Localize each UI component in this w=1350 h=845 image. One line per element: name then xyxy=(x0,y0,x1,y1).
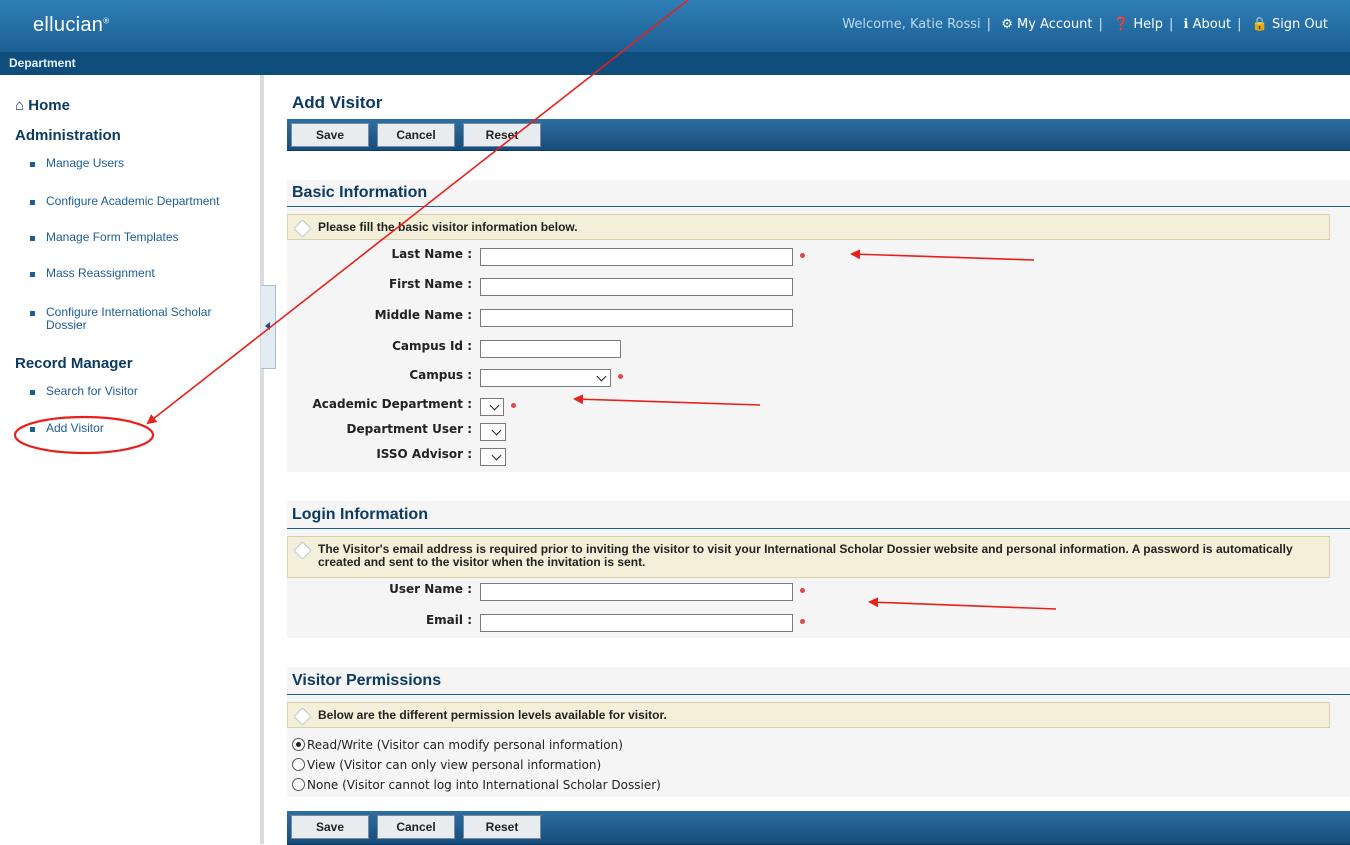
academic-department-select[interactable] xyxy=(480,398,504,416)
campus-select[interactable] xyxy=(480,369,611,387)
login-information-title: Login Information xyxy=(292,506,428,523)
page-title: Add Visitor xyxy=(292,93,383,112)
section-divider xyxy=(287,528,1350,529)
help-link[interactable]: ❓ Help xyxy=(1113,17,1163,32)
email-input[interactable] xyxy=(480,614,793,632)
required-indicator xyxy=(800,588,805,593)
sidebar xyxy=(0,75,262,844)
home-icon: ⌂ xyxy=(15,97,25,114)
last-name-label: Last Name : xyxy=(391,247,472,261)
cancel-button[interactable]: Cancel xyxy=(377,123,455,147)
permission-option-none[interactable]: None (Visitor cannot log into Internatio… xyxy=(292,778,661,792)
first-name-label: First Name : xyxy=(388,277,472,291)
email-label: Email : xyxy=(425,613,472,627)
tag-icon xyxy=(293,219,312,238)
reset-button-bottom[interactable]: Reset xyxy=(463,815,541,839)
record-manager-heading: Record Manager xyxy=(15,355,133,372)
user-name-input[interactable] xyxy=(480,583,793,601)
save-button[interactable]: Save xyxy=(291,123,369,147)
gear-icon: ⚙ xyxy=(1001,17,1013,32)
cancel-button-bottom[interactable]: Cancel xyxy=(377,815,455,839)
first-name-input[interactable] xyxy=(480,278,793,296)
sidebar-divider xyxy=(260,75,264,844)
radio-button[interactable] xyxy=(292,758,305,771)
about-link[interactable]: ℹ About xyxy=(1184,17,1232,32)
sidebar-collapse-handle[interactable] xyxy=(261,285,276,369)
department-user-label: Department User : xyxy=(346,422,472,436)
sidebar-home[interactable]: ⌂ Home xyxy=(15,97,70,114)
sign-out-link[interactable]: 🔒 Sign Out xyxy=(1252,17,1328,32)
radio-button[interactable] xyxy=(292,738,305,751)
login-info-note: The Visitor's email address is required … xyxy=(287,536,1330,578)
required-indicator xyxy=(800,253,805,258)
permissions-info-note: Below are the different permission level… xyxy=(287,702,1330,728)
visitor-permissions-title: Visitor Permissions xyxy=(292,672,442,689)
collapse-left-icon xyxy=(265,322,270,330)
department-user-select[interactable] xyxy=(480,423,506,441)
campus-id-input[interactable] xyxy=(480,340,621,358)
permission-option-read-write[interactable]: Read/Write (Visitor can modify personal … xyxy=(292,738,623,752)
top-nav: Welcome, Katie Rossi | ⚙ My Account | ❓ He… xyxy=(842,17,1328,32)
save-button-bottom[interactable]: Save xyxy=(291,815,369,839)
middle-name-label: Middle Name : xyxy=(374,308,472,322)
section-divider xyxy=(287,694,1350,695)
middle-name-input[interactable] xyxy=(480,309,793,327)
ellucian-logo[interactable]: ellucian® xyxy=(33,14,109,37)
tag-icon xyxy=(293,541,312,560)
reset-button[interactable]: Reset xyxy=(463,123,541,147)
top-action-bar: Save Cancel Reset xyxy=(287,119,1350,151)
chevron-down-icon xyxy=(491,450,502,461)
user-name-label: User Name : xyxy=(389,582,472,596)
welcome-text: Welcome, Katie Rossi xyxy=(842,17,981,32)
bottom-action-bar: Save Cancel Reset xyxy=(287,811,1350,845)
campus-label: Campus : xyxy=(409,368,472,382)
administration-heading: Administration xyxy=(15,127,121,144)
chevron-down-icon xyxy=(489,400,500,411)
info-circle-icon: ℹ xyxy=(1183,17,1189,32)
radio-button[interactable] xyxy=(292,778,305,791)
section-divider xyxy=(287,206,1350,207)
chevron-down-icon xyxy=(596,371,607,382)
campus-id-label: Campus Id : xyxy=(392,339,472,353)
academic-department-label: Academic Department : xyxy=(312,397,472,411)
tag-icon xyxy=(293,707,312,726)
department-bar: Department xyxy=(0,52,1350,75)
last-name-input[interactable] xyxy=(480,248,793,266)
required-indicator xyxy=(511,403,516,408)
basic-info-note: Please fill the basic visitor informatio… xyxy=(287,214,1330,240)
lock-icon: 🔒 xyxy=(1251,17,1268,32)
top-header: ellucian® Welcome, Katie Rossi | ⚙ My Acc… xyxy=(0,0,1350,52)
basic-information-title: Basic Information xyxy=(292,184,428,201)
required-indicator xyxy=(800,619,805,624)
required-indicator xyxy=(618,374,623,379)
my-account-link[interactable]: ⚙ My Account xyxy=(1001,17,1092,32)
isso-advisor-label: ISSO Advisor : xyxy=(376,447,472,461)
chevron-down-icon xyxy=(491,425,502,436)
isso-advisor-select[interactable] xyxy=(480,448,506,466)
question-circle-icon: ❓ xyxy=(1113,17,1130,32)
permission-option-view[interactable]: View (Visitor can only view personal inf… xyxy=(292,758,601,772)
